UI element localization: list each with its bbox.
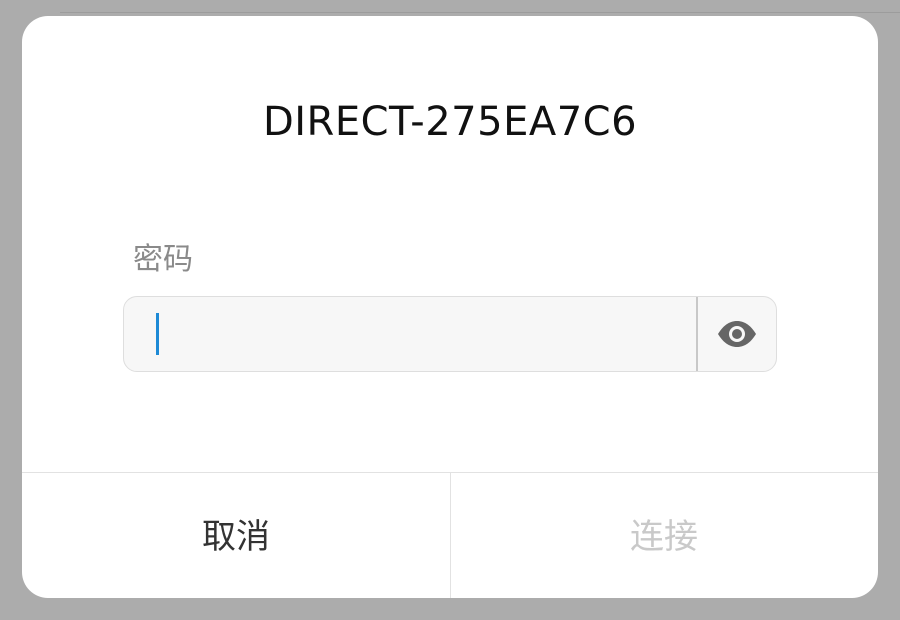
network-name-title: DIRECT-275EA7C6 [262,99,638,145]
background-divider-top [60,12,900,13]
wifi-password-dialog: DIRECT-275EA7C6 密码 取消 连接 [22,16,878,598]
show-password-button[interactable] [698,297,776,371]
connect-button[interactable]: 连接 [450,473,878,598]
password-input[interactable] [124,297,696,371]
text-cursor [156,313,159,355]
cancel-button[interactable]: 取消 [22,473,450,598]
password-label: 密码 [133,242,193,277]
eye-icon [718,321,756,347]
password-field-container [123,296,777,372]
dialog-button-bar: 取消 连接 [22,472,878,598]
